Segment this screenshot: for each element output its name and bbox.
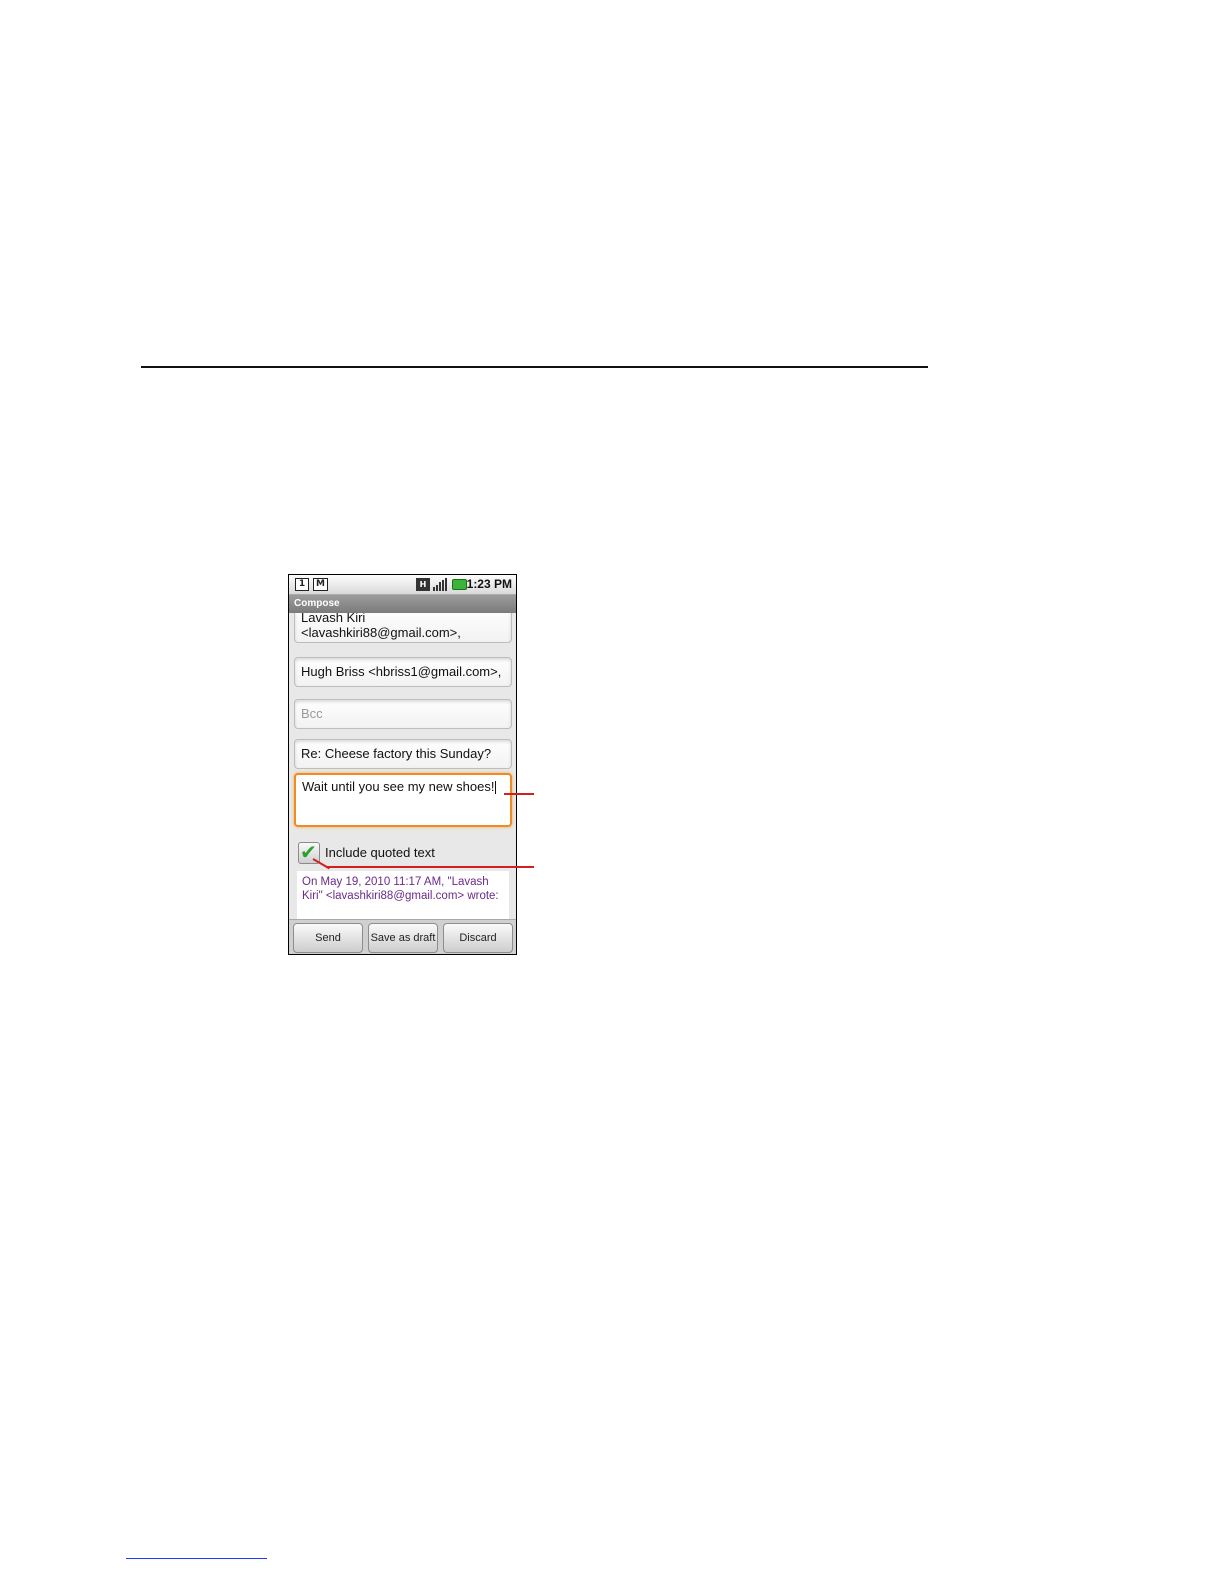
subject-field[interactable]: Re: Cheese factory this Sunday? (294, 739, 512, 769)
gmail-notification-icon: M (313, 578, 328, 591)
quoted-text: On May 19, 2010 11:17 AM, "Lavash Kiri" … (297, 871, 509, 919)
footnote-rule (126, 1558, 267, 1559)
signal-icon (433, 578, 447, 591)
message-body-text: Wait until you see my new shoes! (302, 779, 495, 794)
battery-icon (452, 579, 467, 590)
discard-button[interactable]: Discard (443, 923, 513, 953)
save-draft-button[interactable]: Save as draft (368, 923, 438, 953)
status-time: 1:23 PM (466, 577, 512, 591)
compose-title: Compose (289, 595, 516, 613)
compose-form[interactable]: Lavash Kiri <lavashkiri88@gmail.com>, Hu… (289, 613, 516, 919)
page-rule (141, 366, 928, 368)
hspa-icon: H (416, 578, 430, 591)
phone-screenshot: 1 M H 1:23 PM Compose Lavash Kiri <lavas… (288, 574, 517, 955)
cc-field[interactable]: Hugh Briss <hbriss1@gmail.com>, (294, 657, 512, 687)
message-body-field[interactable]: Wait until you see my new shoes! (294, 773, 512, 827)
include-quoted-label: Include quoted text (325, 845, 435, 860)
action-bar: Send Save as draft Discard (289, 919, 516, 954)
send-button[interactable]: Send (293, 923, 363, 953)
callout-line-body (504, 793, 534, 795)
to-field[interactable]: Lavash Kiri <lavashkiri88@gmail.com>, (294, 613, 512, 643)
calendar-notification-icon: 1 (295, 578, 309, 591)
status-bar: 1 M H 1:23 PM (289, 575, 516, 595)
callout-line-checkbox (327, 866, 534, 868)
text-cursor (495, 781, 497, 795)
bcc-field[interactable]: Bcc (294, 699, 512, 729)
